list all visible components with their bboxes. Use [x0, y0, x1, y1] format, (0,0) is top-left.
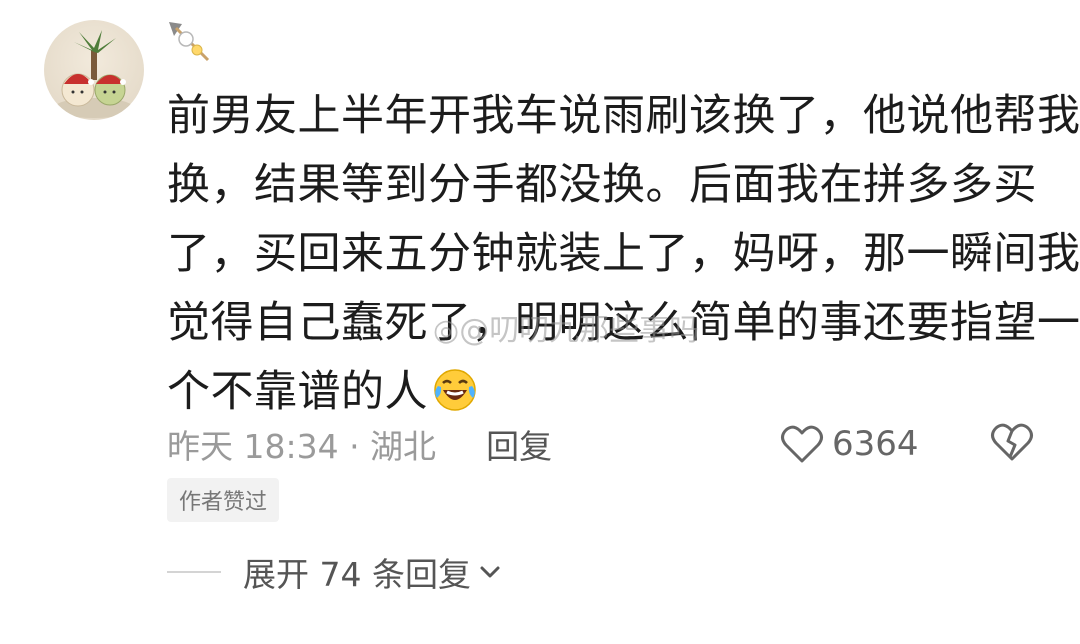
- comment-line-text: 个不靠谱的人: [167, 367, 428, 417]
- laughing-crying-emoji-icon: [432, 364, 478, 411]
- watermark-logo-icon: ◎: [433, 313, 460, 348]
- author-liked-tag: 作者赞过: [167, 478, 280, 522]
- chevron-down-icon: [480, 566, 500, 578]
- reply-button[interactable]: 回复: [486, 420, 552, 468]
- expand-replies-button[interactable]: 展开 74 条回复: [167, 548, 501, 596]
- avatar[interactable]: [44, 20, 144, 120]
- time-location: 昨天 18:34 · 湖北: [167, 427, 437, 466]
- comment-line: 了，买回来五分钟就装上了，妈呀，那一瞬间我: [167, 229, 1080, 279]
- dislike-button[interactable]: [990, 421, 1034, 467]
- comment-line: 换，结果等到分手都没换。后面我在拼多多买: [167, 160, 1037, 210]
- like-count: 6364: [832, 424, 919, 464]
- comment-text: 前男友上半年开我车说雨刷该换了，他说他帮我 换，结果等到分手都没换。后面我在拼多…: [167, 82, 1080, 427]
- divider-dash: [167, 571, 221, 573]
- avatar-image: [54, 30, 134, 118]
- watermark: ◎@叨叨九那些事吗: [433, 305, 699, 349]
- like-button[interactable]: 6364: [780, 420, 919, 468]
- expand-replies-label: 展开 74 条回复: [243, 555, 471, 594]
- broken-heart-icon: [991, 423, 1033, 461]
- comment-line-last: 个不靠谱的人: [167, 358, 1037, 427]
- watermark-text: @叨叨九那些事吗: [459, 313, 700, 348]
- heart-outline-icon: [781, 425, 823, 463]
- comment-meta: 昨天 18:34 · 湖北 回复: [167, 420, 552, 468]
- skewer-badge-icon: [166, 18, 216, 68]
- comment-line: 前男友上半年开我车说雨刷该换了，他说他帮我: [167, 91, 1080, 141]
